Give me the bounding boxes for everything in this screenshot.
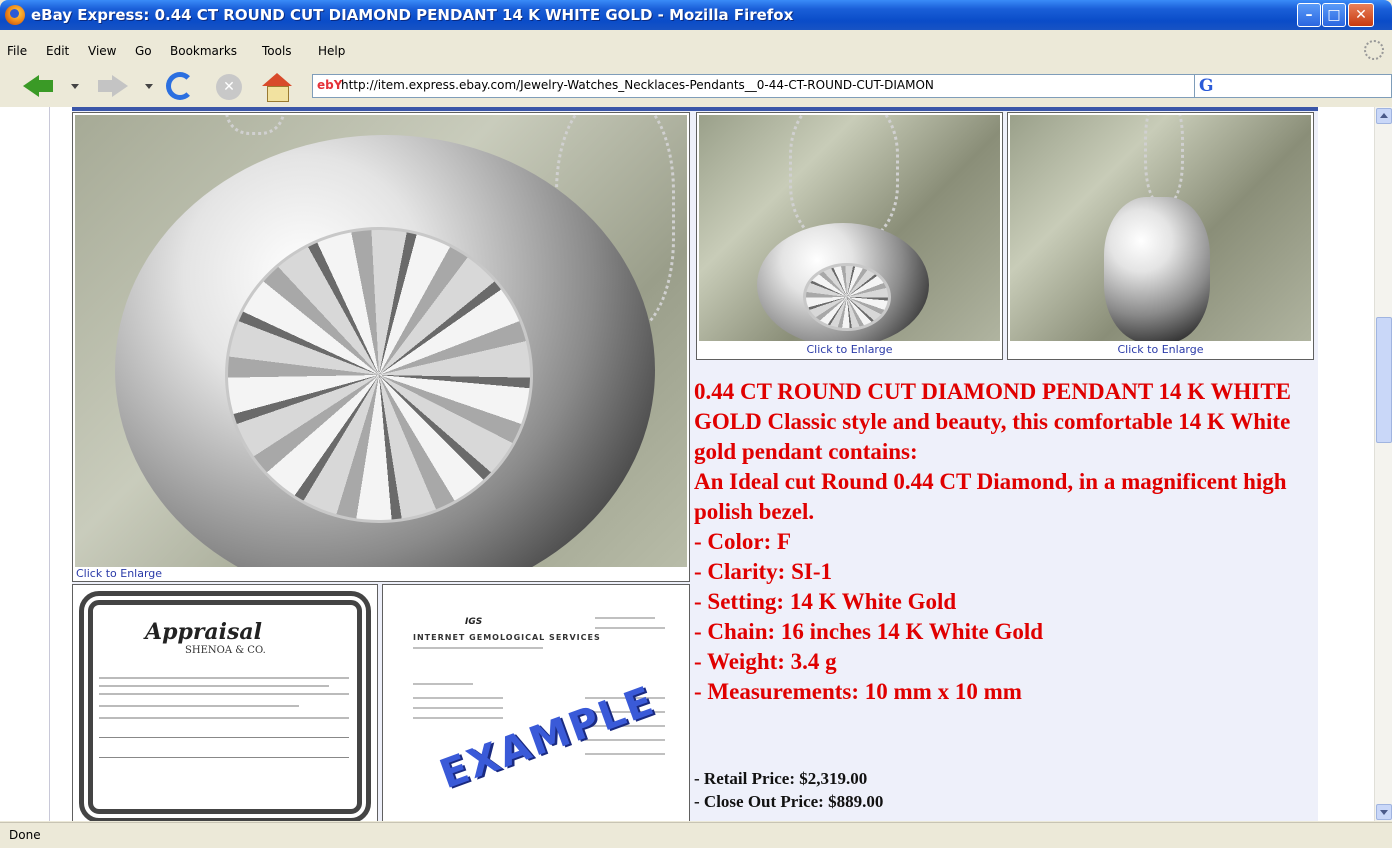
forward-button[interactable] xyxy=(96,75,128,97)
close-button[interactable]: ✕ xyxy=(1348,3,1374,27)
description-color: - Color: F xyxy=(694,529,792,554)
menu-bookmarks[interactable]: Bookmarks xyxy=(170,44,237,58)
text-line xyxy=(413,717,503,719)
chain-graphic xyxy=(1144,115,1184,205)
address-bar[interactable]: ebY http://item.express.ebay.com/Jewelry… xyxy=(312,74,1325,98)
description-measurements: - Measurements: 10 mm x 10 mm xyxy=(694,679,1022,704)
reload-button[interactable] xyxy=(166,72,194,100)
main-image-caption[interactable]: Click to Enlarge xyxy=(73,567,689,580)
gemological-report-image[interactable]: IGS INTERNET GEMOLOGICAL SERVICES EXAMPL… xyxy=(385,587,687,821)
bezel-graphic xyxy=(1104,197,1210,341)
description-weight: - Weight: 3.4 g xyxy=(694,649,837,674)
google-search-icon: G xyxy=(1199,76,1214,96)
scroll-thumb[interactable] xyxy=(1376,317,1392,443)
table-rule xyxy=(99,737,349,738)
text-line xyxy=(413,707,503,709)
menu-file[interactable]: File xyxy=(7,44,27,58)
stop-button[interactable]: ✕ xyxy=(216,74,242,100)
chain-graphic xyxy=(225,115,285,135)
vertical-scrollbar[interactable] xyxy=(1374,107,1392,821)
text-line xyxy=(99,693,349,695)
appraisal-title: Appraisal xyxy=(145,619,263,645)
text-line xyxy=(595,627,665,629)
menu-edit[interactable]: Edit xyxy=(46,44,69,58)
minimize-button[interactable]: – xyxy=(1297,3,1321,27)
menu-help[interactable]: Help xyxy=(318,44,345,58)
description-setting: - Setting: 14 K White Gold xyxy=(694,589,957,614)
thumbnail-caption-1[interactable]: Click to Enlarge xyxy=(697,343,1002,356)
maximize-icon: □ xyxy=(1327,7,1341,23)
description-clarity: - Clarity: SI-1 xyxy=(694,559,832,584)
text-line xyxy=(99,705,299,707)
menu-bar: File Edit View Go Bookmarks Tools Help xyxy=(0,40,1392,64)
page-content: Click to Enlarge Click to Enlarge Click … xyxy=(0,107,1374,821)
status-text: Done xyxy=(9,828,41,842)
appraisal-image-frame[interactable]: Appraisal SHENOA & CO. xyxy=(72,584,378,821)
table-rule xyxy=(99,757,349,758)
description-intro: 0.44 CT ROUND CUT DIAMOND PENDANT 14 K W… xyxy=(694,379,1292,464)
text-line xyxy=(585,753,665,755)
text-line xyxy=(413,647,543,649)
throbber-icon xyxy=(1364,40,1384,60)
report-image-frame[interactable]: IGS INTERNET GEMOLOGICAL SERVICES EXAMPL… xyxy=(382,584,690,821)
diamond-graphic xyxy=(225,227,533,523)
text-line xyxy=(99,717,349,719)
description-diamond: An Ideal cut Round 0.44 CT Diamond, in a… xyxy=(694,469,1287,524)
maximize-button[interactable]: □ xyxy=(1322,3,1346,27)
report-logo: IGS xyxy=(465,617,483,627)
report-header: INTERNET GEMOLOGICAL SERVICES xyxy=(413,633,601,642)
appraisal-image[interactable]: Appraisal SHENOA & CO. xyxy=(75,587,375,821)
site-favicon: ebY xyxy=(317,78,343,92)
forward-history-dropdown-icon[interactable] xyxy=(145,84,153,89)
appraisal-company: SHENOA & CO. xyxy=(185,645,266,656)
description-chain: - Chain: 16 inches 14 K White Gold xyxy=(694,619,1044,644)
window-titlebar[interactable]: eBay Express: 0.44 CT ROUND CUT DIAMOND … xyxy=(0,0,1392,30)
home-button[interactable] xyxy=(262,73,292,102)
scroll-down-button[interactable] xyxy=(1376,804,1392,820)
menu-go[interactable]: Go xyxy=(135,44,152,58)
diamond-graphic xyxy=(803,263,891,331)
menu-view[interactable]: View xyxy=(88,44,116,58)
back-button[interactable] xyxy=(23,75,55,97)
menu-tools[interactable]: Tools xyxy=(262,44,292,58)
price-block: - Retail Price: $2,319.00 - Close Out Pr… xyxy=(694,767,1314,813)
navigation-toolbar: ✕ ebY http://item.express.ebay.com/Jewel… xyxy=(0,66,1392,106)
scroll-up-button[interactable] xyxy=(1376,108,1392,124)
back-history-dropdown-icon[interactable] xyxy=(71,84,79,89)
thumbnail-frame-2[interactable]: Click to Enlarge xyxy=(1007,112,1314,360)
main-pendant-image[interactable] xyxy=(75,115,687,567)
text-line xyxy=(413,697,503,699)
thumbnail-caption-2[interactable]: Click to Enlarge xyxy=(1008,343,1313,356)
text-line xyxy=(413,683,473,685)
minimize-icon: – xyxy=(1305,7,1313,23)
example-watermark: EXAMPLE xyxy=(433,677,662,799)
thumbnail-frame-1[interactable]: Click to Enlarge xyxy=(696,112,1003,360)
closeout-price: - Close Out Price: $889.00 xyxy=(694,792,884,811)
status-bar: Done xyxy=(0,822,1392,848)
page-left-rule xyxy=(49,107,50,821)
thumbnail-image-2[interactable] xyxy=(1010,115,1311,341)
firefox-icon xyxy=(5,5,25,25)
text-line xyxy=(595,617,655,619)
search-box[interactable]: G xyxy=(1194,74,1392,98)
text-line xyxy=(99,685,329,687)
address-url[interactable]: http://item.express.ebay.com/Jewelry-Wat… xyxy=(341,78,1306,92)
listing-top-border xyxy=(72,107,1318,111)
window-title: eBay Express: 0.44 CT ROUND CUT DIAMOND … xyxy=(31,6,794,24)
close-icon: ✕ xyxy=(1355,7,1367,23)
retail-price: - Retail Price: $2,319.00 xyxy=(694,769,868,788)
item-description: 0.44 CT ROUND CUT DIAMOND PENDANT 14 K W… xyxy=(694,377,1314,707)
thumbnail-image-1[interactable] xyxy=(699,115,1000,341)
main-image-frame[interactable]: Click to Enlarge xyxy=(72,112,690,582)
text-line xyxy=(99,677,349,679)
